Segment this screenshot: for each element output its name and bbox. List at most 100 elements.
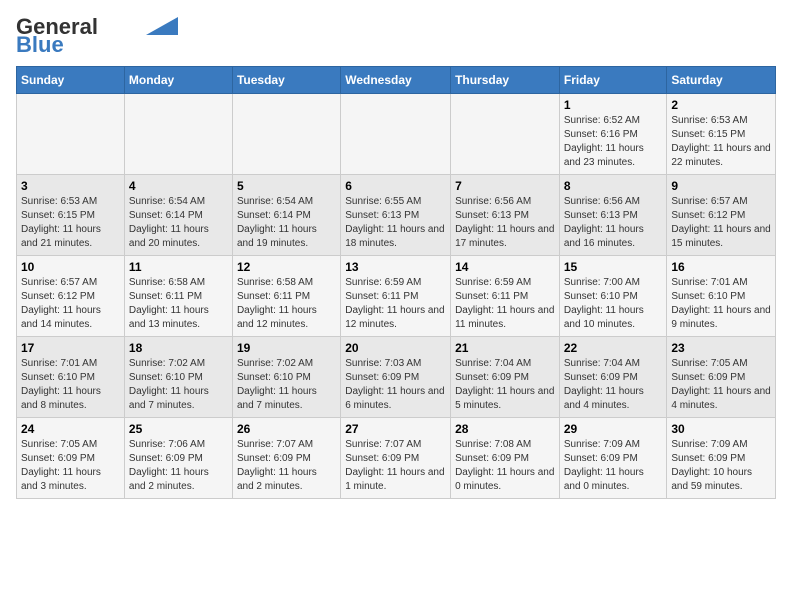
day-info: Sunrise: 7:03 AM Sunset: 6:09 PM Dayligh… [345,357,446,413]
calendar-cell: 15 Sunrise: 7:00 AM Sunset: 6:10 PM Dayli… [559,256,667,337]
day-number: 2 [671,98,771,112]
calendar-cell: 19 Sunrise: 7:02 AM Sunset: 6:10 PM Dayli… [232,337,340,418]
day-number: 9 [671,179,771,193]
calendar-week-row: 17 Sunrise: 7:01 AM Sunset: 6:10 PM Dayli… [17,337,776,418]
day-info: Sunrise: 6:56 AM Sunset: 6:13 PM Dayligh… [455,195,555,251]
day-number: 28 [455,422,555,436]
calendar-cell: 1 Sunrise: 6:52 AM Sunset: 6:16 PM Daylig… [559,94,667,175]
calendar-week-row: 10 Sunrise: 6:57 AM Sunset: 6:12 PM Dayli… [17,256,776,337]
day-number: 18 [129,341,228,355]
weekday-header: Wednesday [341,67,451,94]
day-number: 29 [564,422,663,436]
day-number: 16 [671,260,771,274]
weekday-header: Tuesday [232,67,340,94]
calendar-cell [232,94,340,175]
calendar-week-row: 1 Sunrise: 6:52 AM Sunset: 6:16 PM Daylig… [17,94,776,175]
weekday-header: Thursday [451,67,560,94]
calendar-cell [451,94,560,175]
day-info: Sunrise: 6:57 AM Sunset: 6:12 PM Dayligh… [21,276,120,332]
logo-blue: Blue [16,34,64,56]
calendar-cell: 16 Sunrise: 7:01 AM Sunset: 6:10 PM Dayli… [667,256,776,337]
weekday-header: Monday [124,67,232,94]
calendar-cell: 24Sunrise: 7:05 AM Sunset: 6:09 PM Dayli… [17,418,125,499]
day-number: 22 [564,341,663,355]
calendar-cell: 17 Sunrise: 7:01 AM Sunset: 6:10 PM Dayli… [17,337,125,418]
day-number: 19 [237,341,336,355]
day-number: 21 [455,341,555,355]
day-info: Sunrise: 6:52 AM Sunset: 6:16 PM Dayligh… [564,114,663,170]
day-info: Sunrise: 7:02 AM Sunset: 6:10 PM Dayligh… [237,357,336,413]
calendar-cell: 9 Sunrise: 6:57 AM Sunset: 6:12 PM Daylig… [667,175,776,256]
calendar-cell: 30 Sunrise: 7:09 AM Sunset: 6:09 PM Dayli… [667,418,776,499]
day-number: 11 [129,260,228,274]
calendar-cell: 4 Sunrise: 6:54 AM Sunset: 6:14 PM Daylig… [124,175,232,256]
day-info: Sunrise: 7:07 AM Sunset: 6:09 PM Dayligh… [237,438,336,494]
day-info: Sunrise: 7:04 AM Sunset: 6:09 PM Dayligh… [564,357,663,413]
day-info: Sunrise: 6:56 AM Sunset: 6:13 PM Dayligh… [564,195,663,251]
calendar-cell [341,94,451,175]
day-number: 6 [345,179,446,193]
day-info: Sunrise: 7:01 AM Sunset: 6:10 PM Dayligh… [671,276,771,332]
calendar-cell: 12 Sunrise: 6:58 AM Sunset: 6:11 PM Dayli… [232,256,340,337]
day-number: 4 [129,179,228,193]
day-info: Sunrise: 7:04 AM Sunset: 6:09 PM Dayligh… [455,357,555,413]
day-info: Sunrise: 6:57 AM Sunset: 6:12 PM Dayligh… [671,195,771,251]
weekday-header: Friday [559,67,667,94]
day-info: Sunrise: 7:09 AM Sunset: 6:09 PM Dayligh… [671,438,771,494]
day-number: 17 [21,341,120,355]
day-number: 5 [237,179,336,193]
calendar-cell: 23 Sunrise: 7:05 AM Sunset: 6:09 PM Dayli… [667,337,776,418]
day-info: Sunrise: 7:01 AM Sunset: 6:10 PM Dayligh… [21,357,120,413]
day-info: Sunrise: 7:00 AM Sunset: 6:10 PM Dayligh… [564,276,663,332]
day-info: Sunrise: 7:05 AM Sunset: 6:09 PM Dayligh… [671,357,771,413]
day-info: Sunrise: 6:53 AM Sunset: 6:15 PM Dayligh… [671,114,771,170]
day-number: 25 [129,422,228,436]
calendar-cell: 14Sunrise: 6:59 AM Sunset: 6:11 PM Dayli… [451,256,560,337]
day-info: Sunrise: 7:09 AM Sunset: 6:09 PM Dayligh… [564,438,663,494]
day-number: 27 [345,422,446,436]
calendar-cell: 2 Sunrise: 6:53 AM Sunset: 6:15 PM Daylig… [667,94,776,175]
day-number: 8 [564,179,663,193]
day-info: Sunrise: 7:08 AM Sunset: 6:09 PM Dayligh… [455,438,555,494]
calendar-cell: 28 Sunrise: 7:08 AM Sunset: 6:09 PM Dayli… [451,418,560,499]
calendar-cell: 11 Sunrise: 6:58 AM Sunset: 6:11 PM Dayli… [124,256,232,337]
calendar-cell: 20 Sunrise: 7:03 AM Sunset: 6:09 PM Dayli… [341,337,451,418]
day-info: Sunrise: 7:07 AM Sunset: 6:09 PM Dayligh… [345,438,446,494]
calendar-cell: 26 Sunrise: 7:07 AM Sunset: 6:09 PM Dayli… [232,418,340,499]
calendar-cell: 21 Sunrise: 7:04 AM Sunset: 6:09 PM Dayli… [451,337,560,418]
day-number: 10 [21,260,120,274]
day-number: 30 [671,422,771,436]
day-number: 20 [345,341,446,355]
day-number: 1 [564,98,663,112]
day-number: 3 [21,179,120,193]
day-number: 23 [671,341,771,355]
calendar-cell: 18Sunrise: 7:02 AM Sunset: 6:10 PM Dayli… [124,337,232,418]
calendar-cell: 3 Sunrise: 6:53 AM Sunset: 6:15 PM Daylig… [17,175,125,256]
calendar-cell: 25Sunrise: 7:06 AM Sunset: 6:09 PM Dayli… [124,418,232,499]
calendar-cell [124,94,232,175]
logo-icon [146,17,178,35]
calendar-table: SundayMondayTuesdayWednesdayThursdayFrid… [16,66,776,499]
calendar-cell: 27 Sunrise: 7:07 AM Sunset: 6:09 PM Dayli… [341,418,451,499]
day-info: Sunrise: 6:58 AM Sunset: 6:11 PM Dayligh… [129,276,228,332]
calendar-week-row: 24Sunrise: 7:05 AM Sunset: 6:09 PM Dayli… [17,418,776,499]
day-info: Sunrise: 6:54 AM Sunset: 6:14 PM Dayligh… [237,195,336,251]
day-info: Sunrise: 7:05 AM Sunset: 6:09 PM Dayligh… [21,438,120,494]
calendar-cell: 10 Sunrise: 6:57 AM Sunset: 6:12 PM Dayli… [17,256,125,337]
day-info: Sunrise: 6:59 AM Sunset: 6:11 PM Dayligh… [455,276,555,332]
calendar-header-row: SundayMondayTuesdayWednesdayThursdayFrid… [17,67,776,94]
day-number: 26 [237,422,336,436]
day-info: Sunrise: 6:58 AM Sunset: 6:11 PM Dayligh… [237,276,336,332]
page-header: General Blue [16,16,776,56]
calendar-cell: 5 Sunrise: 6:54 AM Sunset: 6:14 PM Daylig… [232,175,340,256]
logo: General Blue [16,16,178,56]
day-number: 12 [237,260,336,274]
day-info: Sunrise: 6:53 AM Sunset: 6:15 PM Dayligh… [21,195,120,251]
calendar-cell [17,94,125,175]
weekday-header: Saturday [667,67,776,94]
calendar-cell: 22 Sunrise: 7:04 AM Sunset: 6:09 PM Dayli… [559,337,667,418]
day-info: Sunrise: 6:55 AM Sunset: 6:13 PM Dayligh… [345,195,446,251]
calendar-cell: 29 Sunrise: 7:09 AM Sunset: 6:09 PM Dayli… [559,418,667,499]
day-number: 15 [564,260,663,274]
day-info: Sunrise: 6:54 AM Sunset: 6:14 PM Dayligh… [129,195,228,251]
